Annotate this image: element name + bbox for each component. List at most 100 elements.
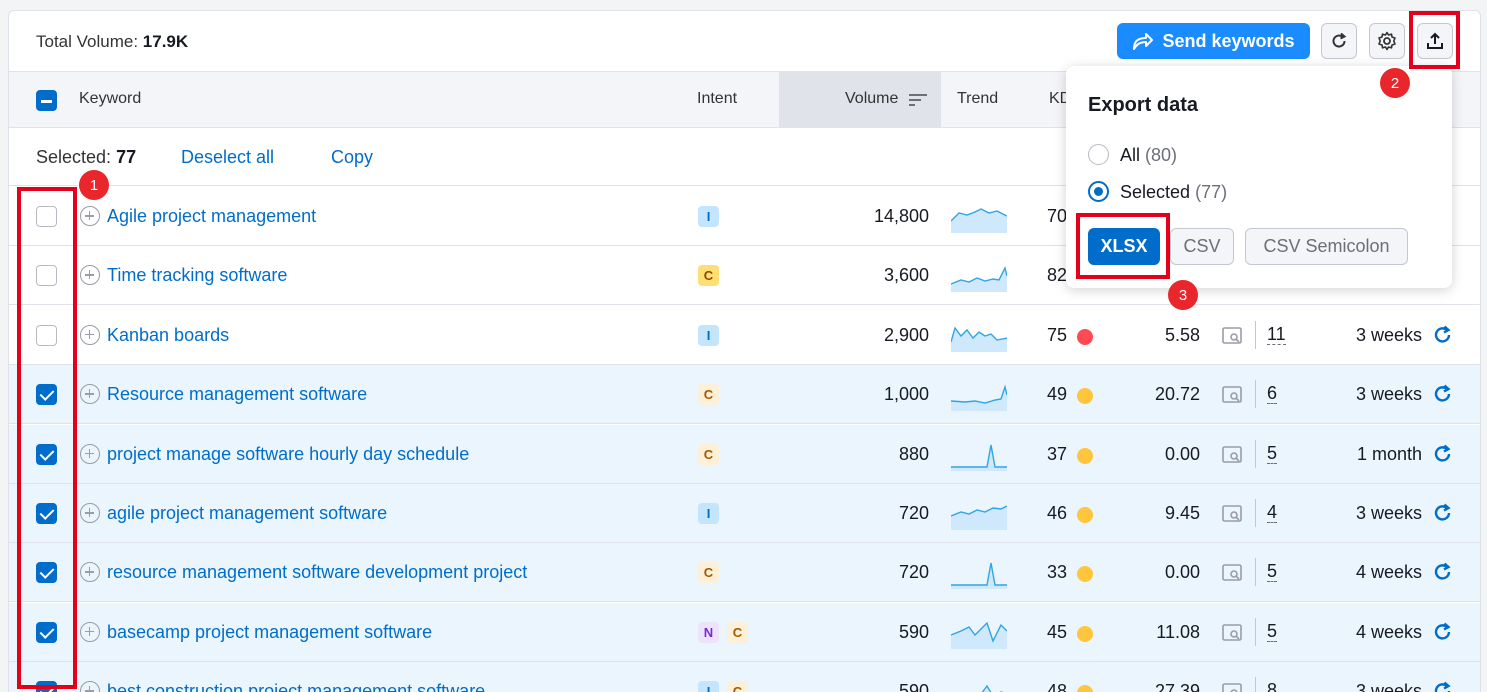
format-csv-button[interactable]: CSV <box>1170 228 1234 265</box>
popup-title: Export data <box>1088 94 1199 116</box>
keyword-link[interactable]: agile project management software <box>107 503 387 524</box>
serp-results-count[interactable]: 6 <box>1267 383 1278 405</box>
kd-value: 48 <box>1047 681 1068 692</box>
keyword-link[interactable]: Agile project management <box>107 206 316 227</box>
add-to-list-icon[interactable] <box>80 324 100 345</box>
column-volume[interactable]: Volume <box>845 90 898 108</box>
kd-value: 82 <box>1047 265 1068 286</box>
volume-value: 14,800 <box>873 206 929 226</box>
table-row[interactable]: agile project management software I 720 46 9… <box>9 484 1480 543</box>
column-divider <box>1255 380 1256 409</box>
kd-value: 70 <box>1047 206 1068 226</box>
kd-value: 45 <box>1047 621 1068 642</box>
keyword-link[interactable]: basecamp project management software <box>107 622 432 643</box>
kd-difficulty-dot <box>1077 447 1093 464</box>
add-to-list-icon[interactable] <box>80 621 100 642</box>
highlight-checkbox-column <box>17 187 77 689</box>
kd-difficulty-dot <box>1077 388 1093 405</box>
intent-badge: C <box>698 443 719 465</box>
column-keyword[interactable]: Keyword <box>79 90 141 108</box>
intent-badges: I <box>698 503 719 524</box>
serp-preview-icon[interactable] <box>1222 386 1244 404</box>
refresh-row-icon[interactable] <box>1432 324 1454 346</box>
refresh-button[interactable] <box>1321 23 1357 59</box>
column-intent[interactable]: Intent <box>697 90 737 108</box>
cpc-value: 27.39 <box>1154 681 1200 692</box>
kd-value: 37 <box>1047 443 1068 464</box>
volume-value: 590 <box>898 681 929 692</box>
refresh-row-icon[interactable] <box>1432 621 1454 643</box>
intent-badges: C <box>698 265 719 287</box>
intent-badges: C <box>698 443 719 465</box>
keyword-link[interactable]: Kanban boards <box>107 325 229 346</box>
table-row[interactable]: basecamp project management software N C 59… <box>9 602 1480 662</box>
add-to-list-icon[interactable] <box>80 384 100 405</box>
serp-results-count[interactable]: 11 <box>1267 324 1286 345</box>
add-to-list-icon[interactable] <box>80 681 100 692</box>
add-to-list-icon[interactable] <box>80 562 100 583</box>
refresh-row-icon[interactable] <box>1432 443 1454 465</box>
column-divider <box>1255 499 1256 527</box>
serp-preview-icon[interactable] <box>1222 505 1244 523</box>
volume-value: 2,900 <box>883 324 929 345</box>
serp-preview-icon[interactable] <box>1222 326 1244 345</box>
cpc-value: 9.45 <box>1164 503 1200 523</box>
table-row[interactable]: project manage software hourly day sched… <box>9 424 1480 484</box>
trend-line <box>951 563 1007 587</box>
keyword-link[interactable]: resource management software development… <box>107 562 527 583</box>
trend-sparkline <box>951 326 1007 352</box>
gear-icon <box>1378 31 1396 51</box>
serp-preview-icon[interactable] <box>1222 445 1244 464</box>
serp-results-count[interactable]: 5 <box>1267 443 1278 464</box>
radio-all[interactable] <box>1088 144 1109 165</box>
step-marker-1: 1 <box>79 170 109 200</box>
deselect-all-link[interactable]: Deselect all <box>181 147 274 168</box>
serp-preview-icon[interactable] <box>1222 564 1244 582</box>
option-all-label[interactable]: All (80) <box>1120 145 1177 166</box>
total-volume-value: 17.9K <box>142 32 189 51</box>
cpc-value: 5.58 <box>1164 324 1200 345</box>
table-row[interactable]: best construction project management sof… <box>9 662 1480 692</box>
serp-results-count[interactable]: 5 <box>1267 621 1278 642</box>
kd-difficulty-dot <box>1077 566 1093 583</box>
serp-results-count[interactable]: 5 <box>1267 561 1278 583</box>
add-to-list-icon[interactable] <box>80 265 100 286</box>
refresh-row-icon[interactable] <box>1432 680 1454 692</box>
intent-badge: C <box>698 384 719 406</box>
radio-selected[interactable] <box>1088 181 1109 202</box>
table-row[interactable]: resource management software development… <box>9 543 1480 603</box>
keyword-link[interactable]: best construction project management sof… <box>107 681 485 692</box>
serp-preview-icon[interactable] <box>1222 623 1244 642</box>
refresh-row-icon[interactable] <box>1432 502 1454 524</box>
keyword-link[interactable]: project manage software hourly day sched… <box>107 444 469 465</box>
format-csv-semicolon-button[interactable]: CSV Semicolon <box>1245 228 1408 265</box>
copy-link[interactable]: Copy <box>331 147 373 168</box>
add-to-list-icon[interactable] <box>80 503 100 523</box>
trend-sparkline <box>951 266 1007 293</box>
column-trend[interactable]: Trend <box>957 90 998 108</box>
serp-results-count[interactable]: 4 <box>1267 502 1278 523</box>
add-to-list-icon[interactable] <box>80 206 100 226</box>
sort-icon[interactable] <box>909 93 927 107</box>
refresh-row-icon[interactable] <box>1432 383 1454 405</box>
refresh-row-icon[interactable] <box>1432 561 1454 583</box>
total-volume: Total Volume: 17.9K <box>36 32 189 51</box>
selected-count: Selected: 77 <box>36 147 137 167</box>
settings-button[interactable] <box>1369 23 1405 59</box>
select-all-checkbox[interactable] <box>36 90 57 111</box>
cpc-value: 0.00 <box>1164 562 1200 583</box>
send-keywords-button[interactable]: Send keywords <box>1117 23 1310 59</box>
kd-value: 46 <box>1047 503 1068 523</box>
column-divider <box>1255 677 1256 692</box>
serp-results-count[interactable]: 8 <box>1267 680 1277 692</box>
serp-preview-icon[interactable] <box>1222 683 1244 692</box>
intent-badges: I <box>698 206 719 227</box>
keyword-link[interactable]: Resource management software <box>107 384 367 405</box>
last-updated: 1 month <box>1356 443 1422 464</box>
table-row[interactable]: Resource management software C 1,000 49 20.7… <box>9 365 1480 425</box>
keyword-link[interactable]: Time tracking software <box>107 265 287 286</box>
add-to-list-icon[interactable] <box>80 443 100 464</box>
option-selected-label[interactable]: Selected (77) <box>1120 182 1227 203</box>
trend-line <box>981 684 1003 692</box>
table-row[interactable]: Kanban boards I 2,900 75 5.58 11 3 weeks <box>9 306 1480 365</box>
